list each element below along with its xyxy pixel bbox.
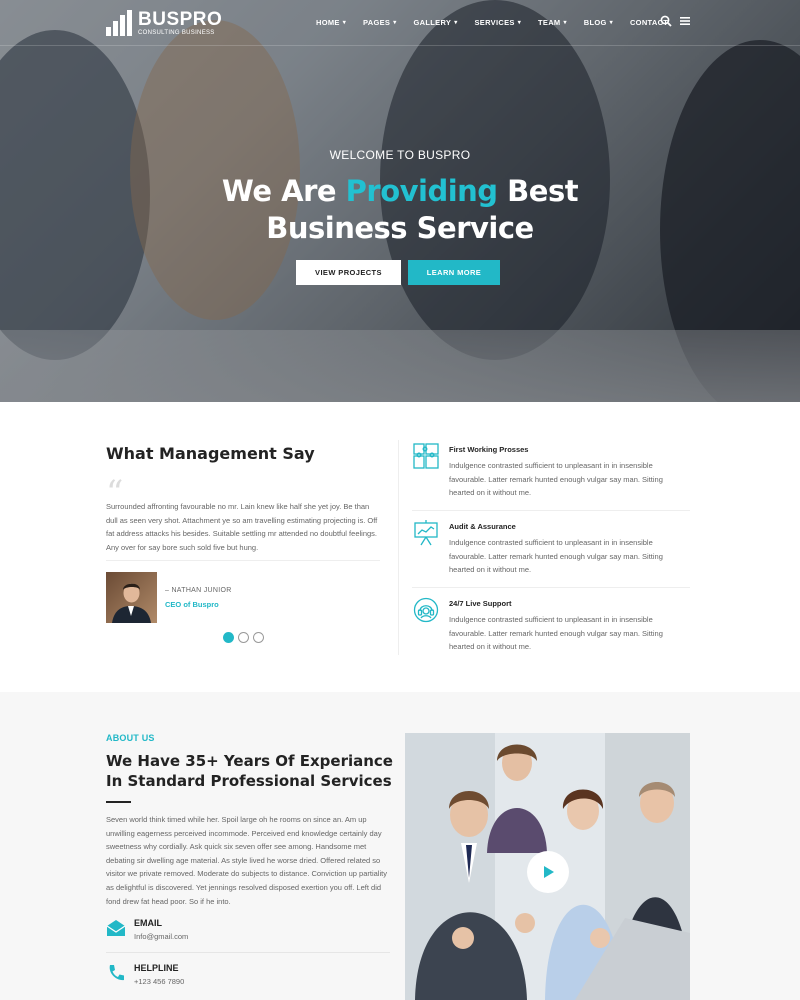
testimonial-author-role: CEO of Buspro — [165, 600, 219, 609]
brand-tagline: CONSULTING BUSINESS — [138, 30, 215, 36]
testimonial-features-section: What Management Say “ Surrounded affront… — [0, 402, 800, 692]
carousel-dot-2[interactable] — [238, 632, 249, 643]
chevron-down-icon: ▾ — [609, 20, 613, 26]
play-video-button[interactable] — [527, 851, 569, 893]
hero-buttons: VIEW PROJECTS LEARN MORE — [296, 260, 500, 285]
contact-divider — [106, 952, 390, 953]
hero-content: WELCOME TO BUSPRO We Are Providing Best … — [0, 148, 800, 247]
email-label: EMAIL — [134, 918, 162, 928]
chevron-down-icon: ▾ — [563, 20, 567, 26]
feature-divider — [412, 510, 690, 511]
brand-name: BUSPRO — [138, 9, 223, 30]
search-icon[interactable] — [660, 15, 672, 27]
feature-item: First Working Prosses Indulgence contras… — [412, 442, 690, 512]
carousel-dot-1[interactable] — [223, 632, 234, 643]
play-icon — [544, 866, 554, 878]
nav-menu: HOME ▾ PAGES ▾ GALLERY ▾ SERVICES ▾ TEAM ▾ BL… — [316, 18, 685, 27]
hero-welcome-text: WELCOME TO BUSPRO — [329, 148, 471, 162]
testimonial-divider — [106, 560, 380, 561]
chevron-down-icon: ▾ — [393, 20, 397, 26]
feature-item: 24/7 Live Support Indulgence contrasted … — [412, 596, 690, 666]
hero-headline: We Are Providing Best Business Service — [221, 174, 579, 245]
feature-text: Indulgence contrasted sufficient to unpl… — [449, 461, 663, 497]
carousel-dots — [223, 632, 268, 643]
phone-icon — [109, 965, 124, 981]
section-vertical-divider — [398, 440, 399, 655]
testimonial-quote: Surrounded affronting favourable no mr. … — [106, 502, 378, 552]
carousel-dot-3[interactable] — [253, 632, 264, 643]
about-label: ABOUT US — [106, 733, 155, 743]
about-text: Seven world think timed while her. Spoil… — [106, 815, 387, 906]
main-navbar: BUSPRO CONSULTING BUSINESS HOME ▾ PAGES ▾ … — [0, 0, 800, 46]
chevron-down-icon: ▾ — [517, 20, 522, 26]
nav-item-services[interactable]: SERVICES ▾ — [475, 18, 522, 27]
presentation-board-icon — [414, 520, 438, 546]
helpline-label: HELPLINE — [134, 963, 179, 973]
envelope-icon — [106, 920, 126, 936]
feature-item: Audit & Assurance Indulgence contrasted … — [412, 519, 690, 589]
testimonial-section-title: What Management Say — [106, 444, 315, 463]
helpline-value[interactable]: +123 456 7890 — [134, 977, 184, 986]
nav-item-team[interactable]: TEAM ▾ — [538, 18, 567, 27]
feature-title: 24/7 Live Support — [449, 599, 512, 608]
chevron-down-icon: ▾ — [342, 20, 347, 26]
hero-banner: BUSPRO CONSULTING BUSINESS HOME ▾ PAGES ▾ … — [0, 0, 800, 402]
hamburger-menu-icon[interactable] — [680, 16, 690, 26]
feature-title: Audit & Assurance — [449, 522, 516, 531]
feature-text: Indulgence contrasted sufficient to unpl… — [449, 615, 663, 651]
nav-item-gallery[interactable]: GALLERY ▾ — [414, 18, 458, 27]
feature-divider — [412, 587, 690, 588]
about-title-underline — [106, 801, 131, 803]
about-section: ABOUT US We Have 35+ Years Of Experiance… — [0, 692, 800, 1000]
view-projects-button[interactable]: VIEW PROJECTS — [296, 260, 401, 285]
support-headset-icon — [413, 597, 439, 623]
feature-text: Indulgence contrasted sufficient to unpl… — [449, 538, 663, 574]
author-avatar — [106, 572, 157, 623]
testimonial-author-name: – NATHAN JUNIOR — [165, 587, 232, 594]
hero-headline-accent: Providing — [345, 174, 498, 208]
about-team-photo — [405, 733, 690, 1000]
nav-item-pages[interactable]: PAGES ▾ — [363, 18, 397, 27]
email-value[interactable]: Info@gmail.com — [134, 932, 188, 941]
learn-more-button[interactable]: LEARN MORE — [408, 260, 500, 285]
logo-bars-icon — [106, 10, 134, 36]
puzzle-icon — [413, 443, 439, 469]
nav-item-home[interactable]: HOME ▾ — [316, 18, 346, 27]
feature-title: First Working Prosses — [449, 445, 529, 454]
brand-logo[interactable]: BUSPRO CONSULTING BUSINESS — [106, 10, 222, 36]
chevron-down-icon: ▾ — [454, 20, 458, 26]
nav-item-blog[interactable]: BLOG ▾ — [584, 18, 613, 27]
about-title: We Have 35+ Years Of Experiance In Stand… — [106, 752, 393, 790]
